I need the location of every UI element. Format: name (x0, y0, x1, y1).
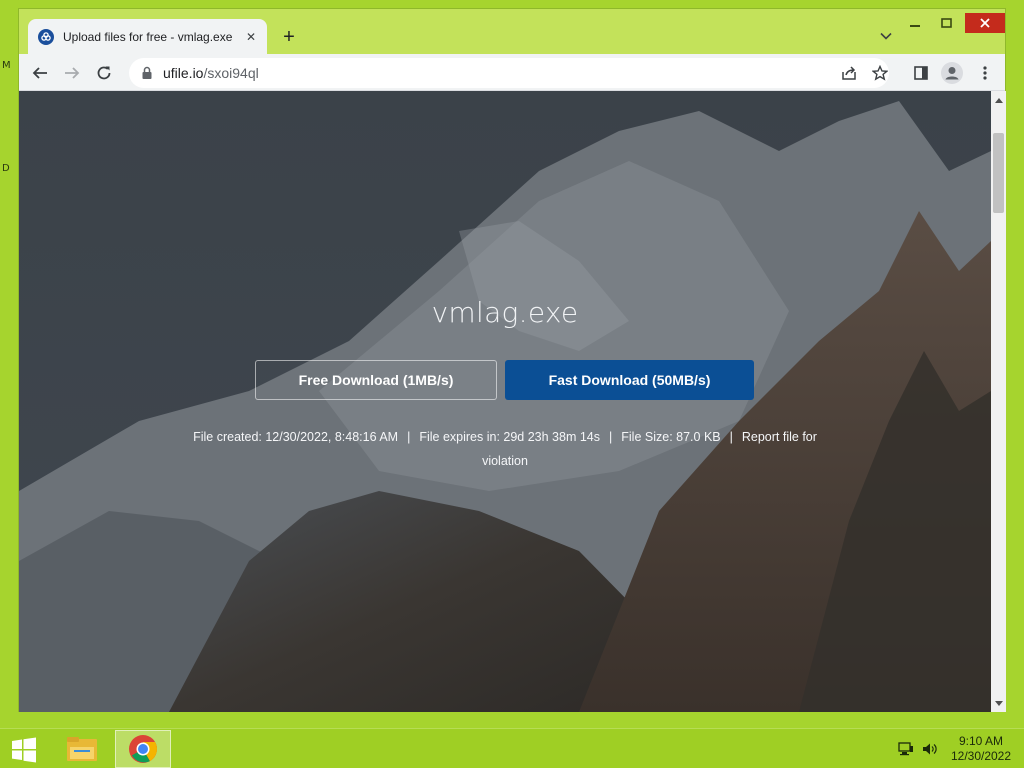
url-path: /sxoi94ql (203, 65, 259, 81)
lock-icon[interactable] (141, 66, 153, 80)
file-explorer-icon[interactable] (60, 731, 104, 767)
separator: | (609, 430, 613, 444)
maximize-icon[interactable] (932, 13, 960, 33)
reload-icon[interactable] (91, 60, 117, 86)
menu-dots-icon[interactable] (972, 60, 998, 86)
volume-icon[interactable] (921, 741, 939, 757)
taskbar-clock[interactable]: 9:10 AM 12/30/2022 (944, 734, 1018, 764)
file-name-heading: vmlag.exe (431, 296, 579, 329)
separator: | (729, 430, 733, 444)
free-download-button[interactable]: Free Download (1MB/s) (255, 360, 497, 400)
chrome-icon[interactable] (115, 730, 171, 768)
separator: | (407, 430, 411, 444)
scroll-up-arrow-icon[interactable] (991, 91, 1006, 108)
file-expires-text: File expires in: 29d 23h 38m 14s (419, 430, 601, 444)
new-tab-button[interactable]: + (277, 25, 301, 49)
forward-arrow-icon[interactable] (59, 60, 85, 86)
scroll-down-arrow-icon[interactable] (991, 695, 1006, 712)
side-panel-icon[interactable] (908, 60, 934, 86)
browser-toolbar: ufile.io/sxoi94ql (19, 54, 1005, 91)
close-icon[interactable] (965, 13, 1005, 33)
address-bar[interactable]: ufile.io/sxoi94ql (129, 58, 889, 88)
star-icon[interactable] (867, 60, 893, 86)
tab-search-chevron-icon[interactable] (877, 27, 895, 45)
download-panel: vmlag.exe Free Download (1MB/s) Fast Dow… (19, 91, 991, 712)
scrollbar-thumb[interactable] (993, 133, 1004, 213)
windows-start-icon[interactable] (6, 735, 42, 765)
network-icon[interactable] (897, 741, 915, 757)
url-host: ufile.io (163, 65, 204, 81)
minimize-icon[interactable] (901, 13, 929, 33)
browser-window: Upload files for free - vmlag.exe ✕ + uf… (18, 8, 1006, 712)
file-size-text: File Size: 87.0 KB (621, 430, 721, 444)
ufile-logo-icon (38, 28, 54, 45)
clock-date: 12/30/2022 (950, 749, 1012, 763)
desktop-icon-label-fragment[interactable]: M (2, 60, 11, 71)
clock-time: 9:10 AM (958, 734, 1004, 748)
back-arrow-icon[interactable] (27, 60, 53, 86)
browser-tab[interactable]: Upload files for free - vmlag.exe ✕ (28, 19, 267, 54)
file-created-text: File created: 12/30/2022, 8:48:16 AM (193, 430, 399, 444)
url-text: ufile.io/sxoi94ql (163, 65, 259, 81)
tab-title: Upload files for free - vmlag.exe (63, 29, 233, 44)
fast-download-button[interactable]: Fast Download (50MB/s) (505, 360, 754, 400)
page-viewport: vmlag.exe Free Download (1MB/s) Fast Dow… (19, 91, 991, 712)
tab-strip: Upload files for free - vmlag.exe ✕ + (19, 9, 1005, 55)
share-icon[interactable] (836, 60, 862, 86)
vertical-scrollbar[interactable] (991, 91, 1006, 712)
profile-icon[interactable] (939, 60, 965, 86)
desktop-icon-label-fragment[interactable]: D (2, 163, 10, 174)
file-info: File created: 12/30/2022, 8:48:16 AM | Fil… (169, 425, 841, 473)
taskbar: 9:10 AM 12/30/2022 (0, 728, 1024, 768)
tab-close-icon[interactable]: ✕ (243, 29, 259, 45)
